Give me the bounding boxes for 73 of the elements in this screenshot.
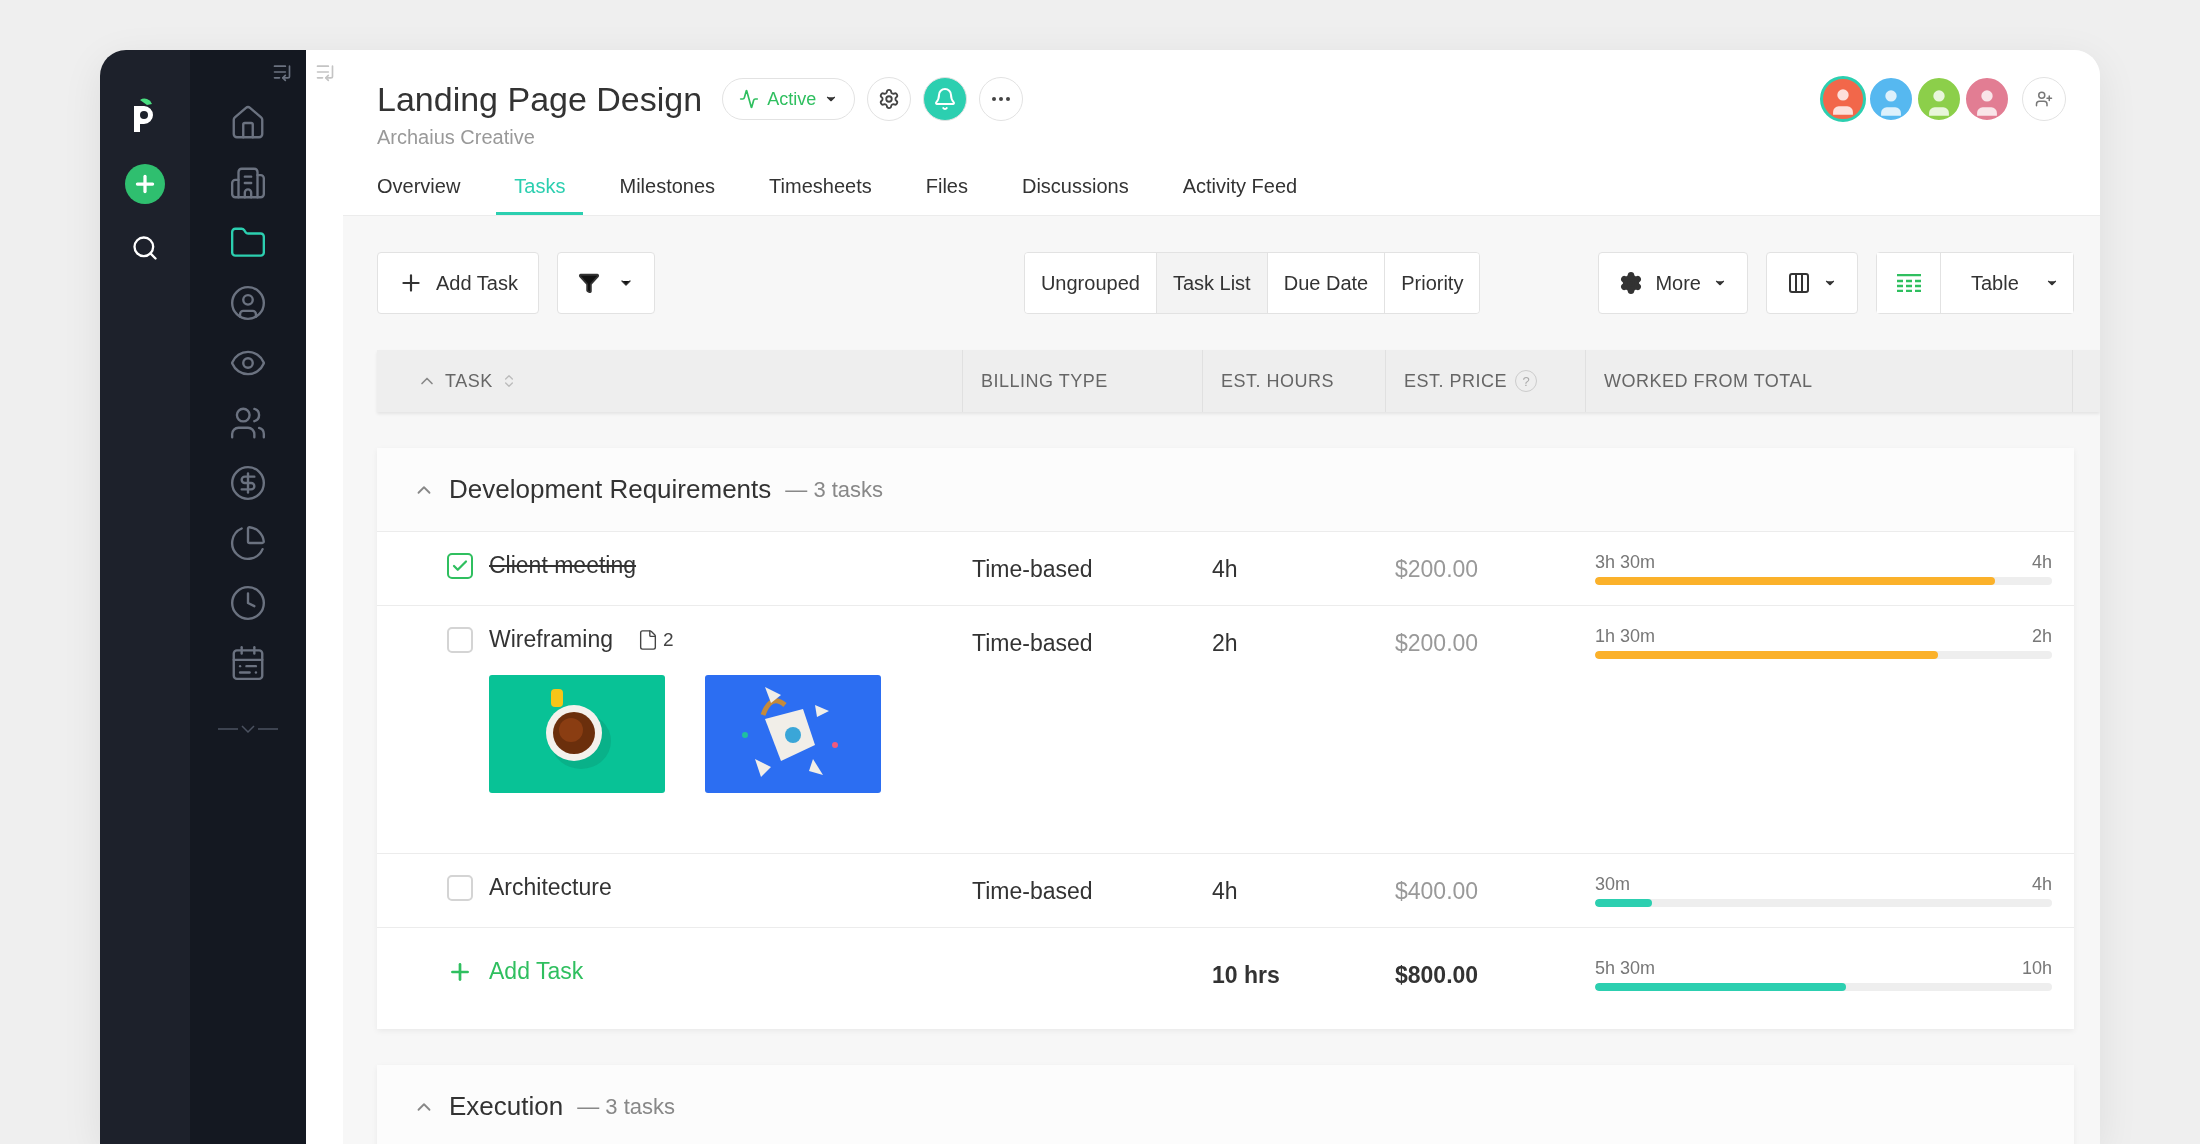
more-dropdown[interactable]: More <box>1598 252 1748 314</box>
collapse-icon[interactable] <box>272 62 292 82</box>
add-member-button[interactable] <box>2022 77 2066 121</box>
estimated-hours: 4h <box>1211 878 1238 905</box>
group-title: Development Requirements <box>449 474 772 505</box>
estimated-hours: 2h <box>1211 630 1238 657</box>
more-icon <box>992 97 1011 101</box>
client-name: Archaius Creative <box>377 126 536 149</box>
tab[interactable]: Discussions <box>1021 175 1129 215</box>
task-count: — 3 tasks <box>785 476 884 503</box>
grouping-option[interactable]: Task List <box>1155 253 1267 313</box>
bell-icon <box>933 87 958 111</box>
expand-icon[interactable] <box>218 722 278 736</box>
total-time: 2h <box>2031 626 2052 647</box>
task-checkbox[interactable] <box>447 552 473 579</box>
tab[interactable]: Timesheets <box>769 175 872 215</box>
table-icon <box>1896 274 1921 292</box>
column-header: WORKED FROM TOTAL <box>1604 370 1813 392</box>
column-header: EST. HOURS <box>1221 370 1335 392</box>
tab[interactable]: Files <box>925 175 968 215</box>
estimated-hours: 4h <box>1211 556 1238 583</box>
column-header: EST. PRICE <box>1404 370 1508 392</box>
task-checkbox[interactable] <box>447 626 473 653</box>
estimated-price: $400.00 <box>1394 878 1479 905</box>
settings-icon <box>1619 271 1644 295</box>
worked-time: 3h 30m <box>1595 552 1656 573</box>
grouping-option[interactable]: Ungrouped <box>1024 253 1156 313</box>
tab[interactable]: Milestones <box>619 175 716 215</box>
worked-time: 30m <box>1595 874 1630 895</box>
worked-time: 5h 30m <box>1595 958 1656 979</box>
task-name[interactable]: Wireframing <box>489 626 613 653</box>
user-circle-icon[interactable] <box>229 284 267 322</box>
task-checkbox[interactable] <box>447 874 473 901</box>
task-name[interactable]: Architecture <box>489 874 612 901</box>
filter-button[interactable] <box>556 252 655 314</box>
total-time: 4h <box>2031 552 2052 573</box>
notification-button[interactable] <box>923 77 968 121</box>
add-button[interactable] <box>125 164 165 204</box>
column-header: BILLING TYPE <box>981 370 1108 392</box>
tab[interactable]: Overview <box>377 175 461 215</box>
search-icon[interactable] <box>131 234 159 262</box>
dollar-icon[interactable] <box>229 464 267 502</box>
billing-type: Time-based <box>971 556 1093 583</box>
estimated-price: $200.00 <box>1394 630 1479 657</box>
settings-button[interactable] <box>867 77 912 121</box>
columns-icon <box>1787 271 1811 295</box>
project-title: Landing Page Design <box>377 79 703 119</box>
clock-icon[interactable] <box>229 584 267 622</box>
billing-type: Time-based <box>971 630 1093 657</box>
total-hours: 10 hrs <box>1211 962 1280 989</box>
settings-icon <box>878 88 901 110</box>
pulse-icon <box>739 89 760 109</box>
total-time: 4h <box>2031 874 2052 895</box>
task-count: — 3 tasks <box>577 1093 675 1120</box>
add-user-icon <box>2035 90 2053 108</box>
billing-type: Time-based <box>971 878 1093 905</box>
avatar[interactable] <box>1820 76 1866 122</box>
file-count: 2 <box>662 628 674 651</box>
task-name[interactable]: Client meeting <box>489 552 637 579</box>
grouping-option[interactable]: Due Date <box>1266 253 1385 313</box>
tab[interactable]: Activity Feed <box>1182 175 1298 215</box>
filter-icon <box>577 272 600 294</box>
total-time: 10h <box>2021 958 2052 979</box>
grouping-option[interactable]: Priority <box>1384 253 1480 313</box>
worked-time: 1h 30m <box>1595 626 1656 647</box>
column-header: TASK <box>445 370 493 392</box>
group-title: Execution <box>449 1091 564 1122</box>
total-price: $800.00 <box>1394 962 1479 989</box>
table-view-icon[interactable] <box>1877 253 1941 313</box>
columns-button[interactable] <box>1766 252 1858 314</box>
add-task-button[interactable]: Add Task <box>377 252 539 314</box>
estimated-price: $200.00 <box>1394 556 1479 583</box>
pie-chart-icon[interactable] <box>229 524 267 562</box>
